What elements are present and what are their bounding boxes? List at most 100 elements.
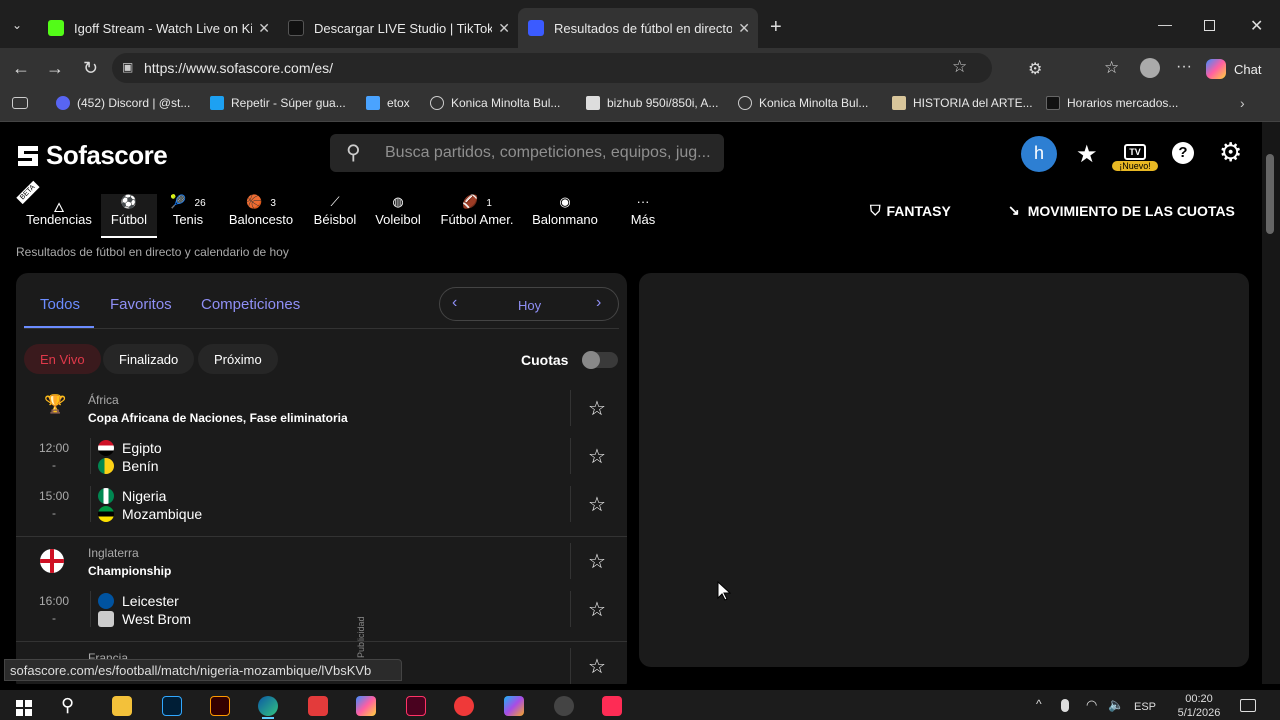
filter-upcoming[interactable]: Próximo	[198, 344, 278, 374]
clock[interactable]: 00:20 5/1/2026	[1176, 692, 1222, 720]
vivaldi-icon[interactable]	[454, 696, 474, 716]
filter-live[interactable]: En Vivo	[24, 344, 101, 374]
browser-tab-kick[interactable]: Igoff Stream - Watch Live on Kick ✕	[38, 8, 278, 48]
indesign-icon[interactable]	[406, 696, 426, 716]
bookmarks-more-icon[interactable]: ›	[1240, 95, 1245, 111]
search-input[interactable]: ⚲ Busca partidos, competiciones, equipos…	[330, 134, 724, 172]
browser-tab-sofascore[interactable]: Resultados de fútbol en directo, ca ✕	[518, 8, 758, 48]
favorite-match-star-icon[interactable]: ☆	[588, 492, 606, 517]
team-home[interactable]: Egipto	[98, 440, 162, 456]
help-icon[interactable]: ?	[1172, 142, 1194, 164]
date-picker[interactable]: ‹ Hoy ›	[439, 287, 619, 321]
favorite-match-star-icon[interactable]: ☆	[588, 444, 606, 469]
back-icon[interactable]: ←	[12, 58, 30, 79]
leicester-crest-icon	[98, 593, 114, 609]
close-tab-icon[interactable]: ✕	[258, 20, 270, 37]
photoshop-icon[interactable]	[162, 696, 182, 716]
favorite-match-star-icon[interactable]: ☆	[588, 597, 606, 622]
bookmark-discord[interactable]: (452) Discord | @st...	[56, 96, 190, 110]
divider	[90, 591, 91, 627]
bookmark-konica-1[interactable]: Konica Minolta Bul...	[430, 96, 560, 110]
competition-name[interactable]: Championship	[88, 564, 171, 578]
team-away[interactable]: Benín	[98, 458, 159, 474]
sofascore-logo[interactable]: Sofascore	[16, 140, 168, 171]
refresh-icon[interactable]: ↻	[83, 58, 98, 79]
match-status: -	[52, 458, 56, 472]
copilot-taskbar-icon[interactable]	[356, 696, 376, 716]
sport-baloncesto[interactable]: 🏀 3 Baloncesto	[228, 194, 294, 234]
user-avatar[interactable]: h	[1021, 136, 1057, 172]
bookmark-bizhub[interactable]: bizhub 950i/850i, A...	[586, 96, 718, 110]
competition-name[interactable]: Copa Africana de Naciones, Fase eliminat…	[88, 411, 348, 425]
sport-tenis[interactable]: 🎾 26 Tenis	[168, 194, 208, 234]
tv-button[interactable]: TV ¡Nuevo!	[1112, 142, 1158, 171]
sport-futbol-americano[interactable]: 🏈 1 Fútbol Amer.	[440, 194, 514, 234]
favorite-star-icon[interactable]: ☆	[952, 57, 967, 77]
tab-todos[interactable]: Todos	[40, 296, 80, 313]
next-day-icon[interactable]: ›	[596, 294, 601, 312]
language-indicator[interactable]: ESP	[1134, 701, 1156, 713]
wifi-icon[interactable]: ◠	[1086, 697, 1097, 713]
bookmark-konica-2[interactable]: Konica Minolta Bul...	[738, 96, 868, 110]
minimize-icon[interactable]: —	[1158, 16, 1172, 32]
close-tab-icon[interactable]: ✕	[498, 20, 510, 37]
sport-balonmano[interactable]: ◉ Balonmano	[532, 194, 598, 234]
close-tab-icon[interactable]: ✕	[738, 20, 750, 37]
fantasy-link[interactable]: ⛉ FANTASY	[870, 202, 951, 219]
windows-start-icon[interactable]	[16, 700, 32, 716]
sport-tendencias[interactable]: 🜂 Tendencias	[26, 194, 92, 234]
url-input[interactable]: ▣ https://www.sofascore.com/es/ ☆	[112, 53, 992, 83]
copilot-chat-button[interactable]: Chat	[1206, 56, 1261, 82]
restore-icon[interactable]	[1204, 20, 1215, 31]
team-away[interactable]: West Brom	[98, 611, 191, 627]
scrollbar-thumb[interactable]	[1266, 154, 1274, 234]
bookmark-repetir[interactable]: Repetir - Súper gua...	[210, 96, 346, 110]
favorite-competition-star-icon[interactable]: ☆	[588, 549, 606, 574]
page-scrollbar[interactable]	[1262, 122, 1280, 684]
more-menu-icon[interactable]: ···	[1176, 58, 1192, 76]
bookmark-horarios[interactable]: Horarios mercados...	[1046, 96, 1178, 110]
sport-mas[interactable]: ··· Más	[628, 194, 658, 234]
favorite-competition-star-icon[interactable]: ☆	[588, 654, 606, 679]
new-tab-icon[interactable]: +	[770, 16, 782, 39]
bookmark-historia[interactable]: HISTORIA del ARTE...	[892, 96, 1033, 110]
favorites-icon[interactable]: ☆	[1104, 58, 1119, 78]
microsoft-365-icon[interactable]	[504, 696, 524, 716]
team-away[interactable]: Mozambique	[98, 506, 202, 522]
sport-beisbol[interactable]: ⟋ Béisbol	[312, 194, 358, 234]
favorites-star-icon[interactable]: ★	[1076, 140, 1098, 169]
filter-finished[interactable]: Finalizado	[103, 344, 195, 374]
team-home[interactable]: Leicester	[98, 593, 179, 609]
sofascore-favicon-icon	[528, 20, 544, 36]
notifications-icon[interactable]	[1240, 699, 1256, 712]
settings-gear-icon[interactable]: ⚙	[1219, 137, 1242, 168]
profile-avatar-icon[interactable]	[1140, 58, 1160, 78]
prev-day-icon[interactable]: ‹	[452, 294, 457, 312]
bookmark-etox[interactable]: etox	[366, 96, 410, 110]
browser-tab-tiktok[interactable]: Descargar LIVE Studio | TikTok ✕	[278, 8, 518, 48]
team-home[interactable]: Nigeria	[98, 488, 166, 504]
odds-movement-link[interactable]: ↘ MOVIMIENTO DE LAS CUOTAS	[1008, 202, 1235, 219]
volume-icon[interactable]: 🔈	[1108, 697, 1124, 713]
microphone-icon[interactable]	[1061, 699, 1069, 712]
search-taskbar-icon[interactable]: ⚲	[61, 695, 74, 716]
sport-futbol[interactable]: ⚽ Fútbol	[101, 194, 157, 238]
app-icon[interactable]	[554, 696, 574, 716]
tab-list-dropdown-icon[interactable]: ⌄	[12, 18, 22, 32]
reading-list-icon[interactable]	[12, 97, 28, 109]
file-explorer-icon[interactable]	[112, 696, 132, 716]
illustrator-icon[interactable]	[210, 696, 230, 716]
tiktok-taskbar-icon[interactable]	[602, 696, 622, 716]
sport-voleibol[interactable]: ◍ Voleibol	[374, 194, 422, 234]
edge-icon[interactable]	[258, 696, 278, 716]
close-window-icon[interactable]: ✕	[1250, 16, 1263, 36]
forward-icon[interactable]: →	[46, 58, 64, 79]
tab-favoritos[interactable]: Favoritos	[110, 296, 172, 313]
wps-office-icon[interactable]	[308, 696, 328, 716]
favorite-competition-star-icon[interactable]: ☆	[588, 396, 606, 421]
tray-chevron-icon[interactable]: ^	[1036, 697, 1042, 711]
page-subtitle: Resultados de fútbol en directo y calend…	[16, 245, 289, 259]
tab-competiciones[interactable]: Competiciones	[201, 296, 300, 313]
extensions-icon[interactable]: ⚙	[1028, 59, 1042, 79]
odds-toggle[interactable]	[582, 351, 618, 369]
